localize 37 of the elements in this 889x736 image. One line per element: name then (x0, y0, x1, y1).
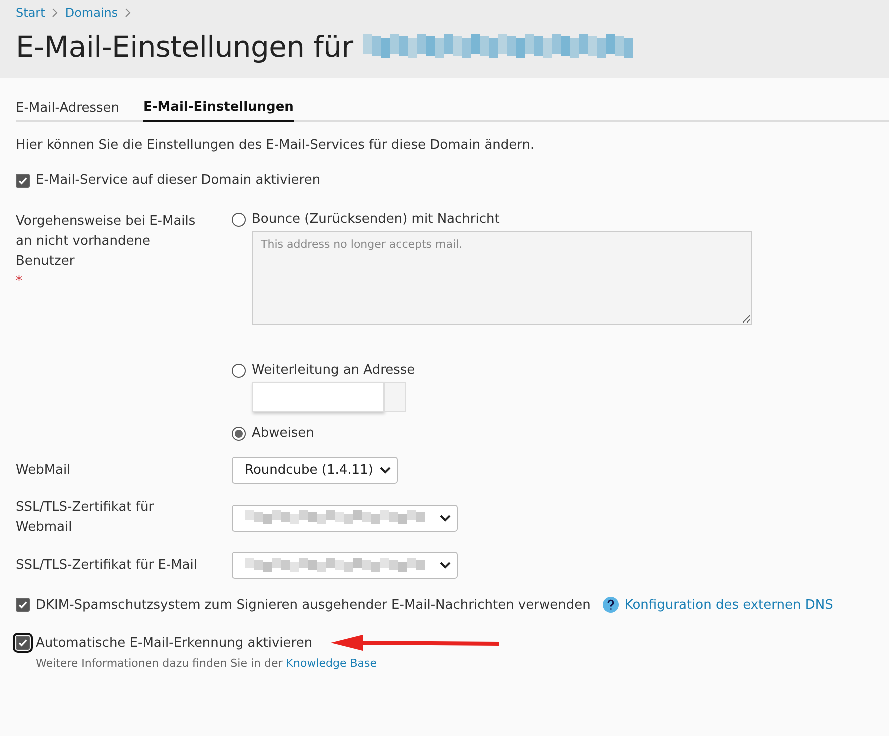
tab[interactable]: E-Mail-Adressen (16, 96, 120, 122)
redacted-text-icon (363, 34, 634, 60)
checkbox[interactable] (16, 598, 30, 612)
address-input[interactable] (252, 382, 384, 412)
checkbox[interactable] (16, 636, 30, 650)
field-label: SSL/TLS-Zertifikat für Webmail (16, 499, 156, 537)
checkbox-label: E-Mail-Service auf dieser Domain aktivieren (36, 173, 321, 188)
radio-button[interactable] (232, 364, 246, 378)
tab[interactable]: E-Mail-Einstellungen (143, 96, 294, 122)
caret-icon (380, 467, 391, 474)
field-label: Vorgehensweise bei E-Mails an nicht vorhandene Benutzer * (16, 213, 197, 291)
radio-button[interactable] (232, 426, 246, 440)
help-icon (602, 597, 619, 613)
page-title: E-Mail-Einstellungen für (16, 30, 354, 64)
input-addon (384, 382, 406, 412)
breadcrumb-link[interactable]: Domains (65, 6, 118, 20)
hint-text: Weitere Informationen dazu finden Sie in der Knowledge Base (36, 657, 378, 670)
radio-label: Bounce (Zurücksenden) mit Nachricht (252, 212, 500, 227)
redacted-text-icon (245, 510, 425, 526)
dns-link[interactable]: Konfiguration des externen DNS (624, 598, 834, 612)
breadcrumb-link[interactable]: Start (16, 6, 46, 20)
caret-icon (440, 514, 451, 522)
caret-icon (440, 562, 451, 569)
radio-label: Weiterleitung an Adresse (252, 363, 416, 378)
radio-label: Abweisen (252, 426, 314, 441)
checkbox[interactable] (16, 174, 30, 188)
chevron-icon (51, 8, 60, 18)
intro-text: Hier können Sie die Einstellungen des E-Mail-Services für diese Domain ändern. (16, 138, 536, 153)
chevron-icon (124, 8, 132, 18)
field-label: WebMail (16, 462, 72, 480)
field-label: SSL/TLS-Zertifikat für E-Mail (16, 556, 198, 574)
checkbox-label: DKIM-Spamschutzsystem zum Signieren ausgehender E-Mail-Nachrichten verwenden (36, 598, 591, 612)
radio-button[interactable] (232, 212, 246, 226)
checkbox-label: Automatische E-Mail-Erkennung aktivieren (36, 636, 313, 650)
knowledge-base-link[interactable]: Knowledge Base (286, 657, 378, 670)
webmail-select[interactable]: Roundcube (1.4.11) (232, 457, 398, 484)
redacted-text-icon (245, 558, 425, 574)
